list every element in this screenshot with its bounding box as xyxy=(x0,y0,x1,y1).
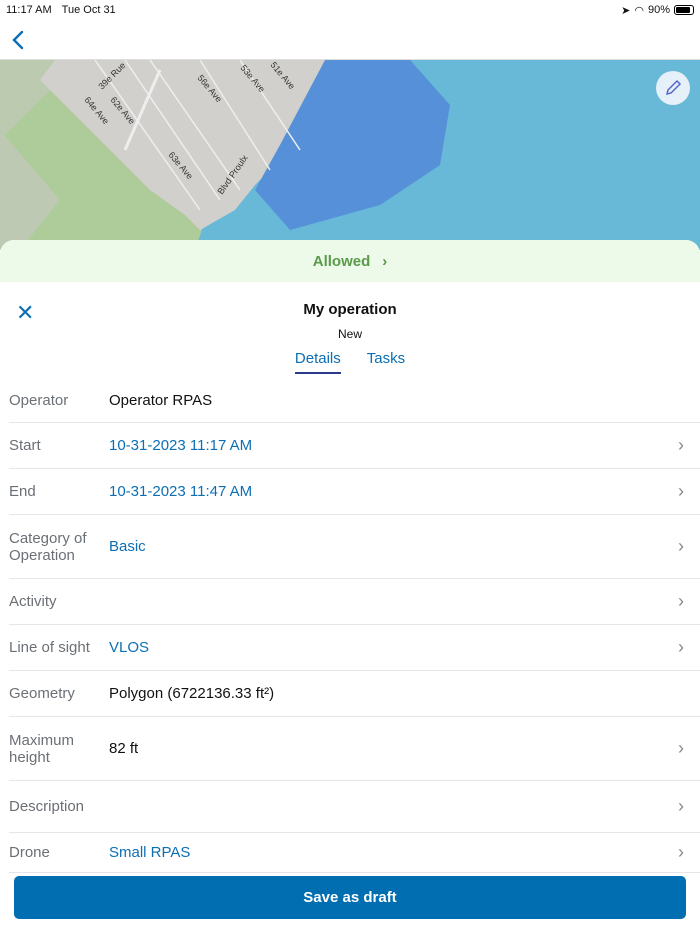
field-label: Start xyxy=(9,437,41,454)
status-time: 11:17 AM xyxy=(6,4,52,16)
edit-geometry-button[interactable] xyxy=(656,71,690,105)
field-label: Geometry xyxy=(9,685,75,702)
field-row-activity[interactable]: Activity › xyxy=(9,579,700,625)
field-value: Operator RPAS xyxy=(109,391,213,409)
nav-bar xyxy=(0,20,700,60)
field-label: End xyxy=(9,483,36,500)
chevron-right-icon: › xyxy=(678,637,684,657)
field-label: Description xyxy=(9,798,85,815)
allowed-banner[interactable]: Allowed › xyxy=(0,240,700,282)
tab-details[interactable]: Details xyxy=(294,350,341,374)
wifi-icon: ◠ xyxy=(634,4,644,17)
field-value: Small RPAS xyxy=(109,844,191,861)
battery-icon xyxy=(674,5,694,15)
field-value: Basic xyxy=(109,538,146,555)
map-view[interactable]: 39e Rue 64e Ave 62e Ave 56e Ave 53e Ave … xyxy=(0,60,700,250)
chevron-right-icon: › xyxy=(678,738,684,758)
tab-tasks[interactable]: Tasks xyxy=(367,350,405,374)
field-label: Drone xyxy=(9,844,50,861)
field-row-drone[interactable]: Drone Small RPAS › xyxy=(9,833,700,873)
status-date: Tue Oct 31 xyxy=(61,4,116,16)
field-row-start[interactable]: Start 10-31-2023 11:17 AM › xyxy=(9,423,700,469)
allowed-label: Allowed xyxy=(312,252,371,270)
page-subtitle: New xyxy=(337,327,362,341)
operation-sheet: Allowed › ✕ My operation New Details Tas… xyxy=(0,240,700,934)
chevron-right-icon: › xyxy=(678,796,684,816)
pencil-icon xyxy=(665,79,682,96)
field-label: Operator xyxy=(9,391,69,409)
field-row-operator: Operator Operator RPAS xyxy=(9,378,700,423)
field-value: 10-31-2023 11:17 AM xyxy=(109,437,253,454)
field-row-end[interactable]: End 10-31-2023 11:47 AM › xyxy=(9,469,700,515)
location-icon: ➤ xyxy=(621,4,631,17)
field-row-line-of-sight[interactable]: Line of sight VLOS › xyxy=(9,625,700,671)
field-label: Line of sight xyxy=(9,639,90,656)
field-label: Category of Operation xyxy=(9,529,87,564)
field-row-maximum-height[interactable]: Maximum height 82 ft › xyxy=(9,717,700,781)
chevron-right-icon: › xyxy=(678,591,684,611)
map-canvas[interactable]: 39e Rue 64e Ave 62e Ave 56e Ave 53e Ave … xyxy=(0,60,700,250)
field-value: Polygon (6722136.33 ft²) xyxy=(109,685,275,702)
page-title: My operation xyxy=(303,301,397,318)
field-value: VLOS xyxy=(109,639,150,656)
chevron-right-icon: › xyxy=(678,842,684,862)
chevron-right-icon: › xyxy=(678,481,684,501)
chevron-right-icon: › xyxy=(678,536,684,556)
save-as-draft-button[interactable]: Save as draft xyxy=(14,876,686,919)
field-row-description[interactable]: Description › xyxy=(9,781,700,833)
status-bar: 11:17 AM Tue Oct 31 ➤ ◠ 90% xyxy=(0,0,700,20)
field-row-geometry: Geometry Polygon (6722136.33 ft²) xyxy=(9,671,700,717)
chevron-right-icon: › xyxy=(678,435,684,455)
field-label: Activity xyxy=(9,593,57,610)
battery-percent: 90% xyxy=(647,4,670,16)
field-row-category-of-operation[interactable]: Category of Operation Basic › xyxy=(9,515,700,579)
back-chevron-icon[interactable] xyxy=(8,28,30,52)
chevron-right-icon: › xyxy=(382,252,388,270)
field-value: 82 ft xyxy=(109,740,139,757)
field-label: Maximum height xyxy=(9,731,75,766)
field-value: 10-31-2023 11:47 AM xyxy=(109,483,253,500)
